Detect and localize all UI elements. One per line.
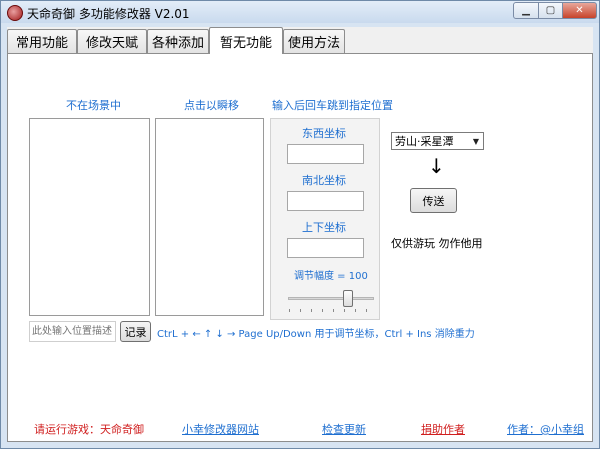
author-link[interactable]: 作者：@小幸组 — [507, 421, 584, 437]
tab-usage[interactable]: 使用方法 — [283, 29, 345, 53]
coord-y-input[interactable] — [287, 191, 364, 211]
close-button[interactable]: ✕ — [562, 2, 597, 19]
list-left-header: 不在场景中 — [66, 99, 121, 112]
minimize-button[interactable]: ▁ — [513, 2, 539, 19]
disclaimer-text: 仅供游玩 勿作他用 — [391, 237, 483, 250]
slider-tick — [289, 309, 290, 312]
title-bar[interactable]: 天命奇御 多功能修改器 V2.01 ▁ ▢ ✕ — [1, 1, 599, 23]
maximize-icon: ▢ — [545, 5, 556, 16]
teleport-button[interactable]: 传送 — [410, 188, 457, 213]
window-title: 天命奇御 多功能修改器 V2.01 — [27, 7, 190, 21]
down-arrow-icon: ↓ — [428, 154, 445, 178]
minimize-icon: ▁ — [522, 5, 530, 16]
tab-talents[interactable]: 修改天赋 — [77, 29, 147, 53]
coord-x-input[interactable] — [287, 144, 364, 164]
donate-link[interactable]: 捐助作者 — [421, 421, 465, 437]
slider-tick — [355, 309, 356, 312]
tab-common[interactable]: 常用功能 — [7, 29, 77, 53]
slider-tick — [333, 309, 334, 312]
record-button[interactable]: 记录 — [120, 321, 151, 342]
teleport-list[interactable] — [155, 118, 264, 316]
location-description-input[interactable] — [29, 321, 116, 342]
location-select-value: 劳山·采星潭 — [395, 135, 454, 148]
adjust-amount-label: 调节幅度 = 100 — [294, 271, 368, 282]
client-area: 常用功能 修改天赋 各种添加 暂无功能 使用方法 不在场景中 点击以瞬移 输入后… — [7, 27, 593, 442]
list-right-header: 点击以瞬移 — [184, 99, 239, 112]
teleport-hint: 输入后回车跳到指定位置 — [272, 99, 393, 112]
tab-none[interactable]: 暂无功能 — [209, 27, 283, 54]
coordinate-panel: 东西坐标 南北坐标 上下坐标 调节幅度 = 100 — [270, 118, 380, 320]
check-update-link[interactable]: 检查更新 — [322, 421, 366, 437]
adjust-slider-track[interactable] — [288, 297, 374, 300]
website-link[interactable]: 小幸修改器网站 — [182, 421, 259, 437]
slider-tick — [311, 309, 312, 312]
slider-tick — [300, 309, 301, 312]
slider-tick — [322, 309, 323, 312]
coord-y-label: 南北坐标 — [302, 174, 346, 187]
tab-add-items[interactable]: 各种添加 — [147, 29, 209, 53]
coord-z-label: 上下坐标 — [302, 221, 346, 234]
app-window: 天命奇御 多功能修改器 V2.01 ▁ ▢ ✕ 常用功能 修改天赋 各种添加 暂… — [0, 0, 600, 449]
run-game-status: 请运行游戏：天命奇御 — [34, 423, 144, 436]
maximize-button[interactable]: ▢ — [538, 2, 563, 19]
coord-x-label: 东西坐标 — [302, 127, 346, 140]
close-icon: ✕ — [575, 5, 584, 16]
slider-tick — [344, 309, 345, 312]
scene-absent-list[interactable] — [29, 118, 150, 316]
tab-panel: 不在场景中 点击以瞬移 输入后回车跳到指定位置 东西坐标 南北坐标 上下坐标 调… — [7, 53, 593, 442]
slider-tick — [366, 309, 367, 312]
tab-strip: 常用功能 修改天赋 各种添加 暂无功能 使用方法 — [7, 27, 593, 54]
coord-z-input[interactable] — [287, 238, 364, 258]
app-logo-icon — [7, 5, 23, 21]
location-select[interactable]: 劳山·采星潭 ▼ — [391, 132, 484, 150]
adjust-slider-thumb[interactable] — [343, 290, 353, 307]
dropdown-arrow-icon: ▼ — [472, 136, 480, 146]
hotkey-hint: CtrL + ← ↑ ↓ → Page Up/Down 用于调节坐标，Ctrl … — [157, 329, 475, 340]
